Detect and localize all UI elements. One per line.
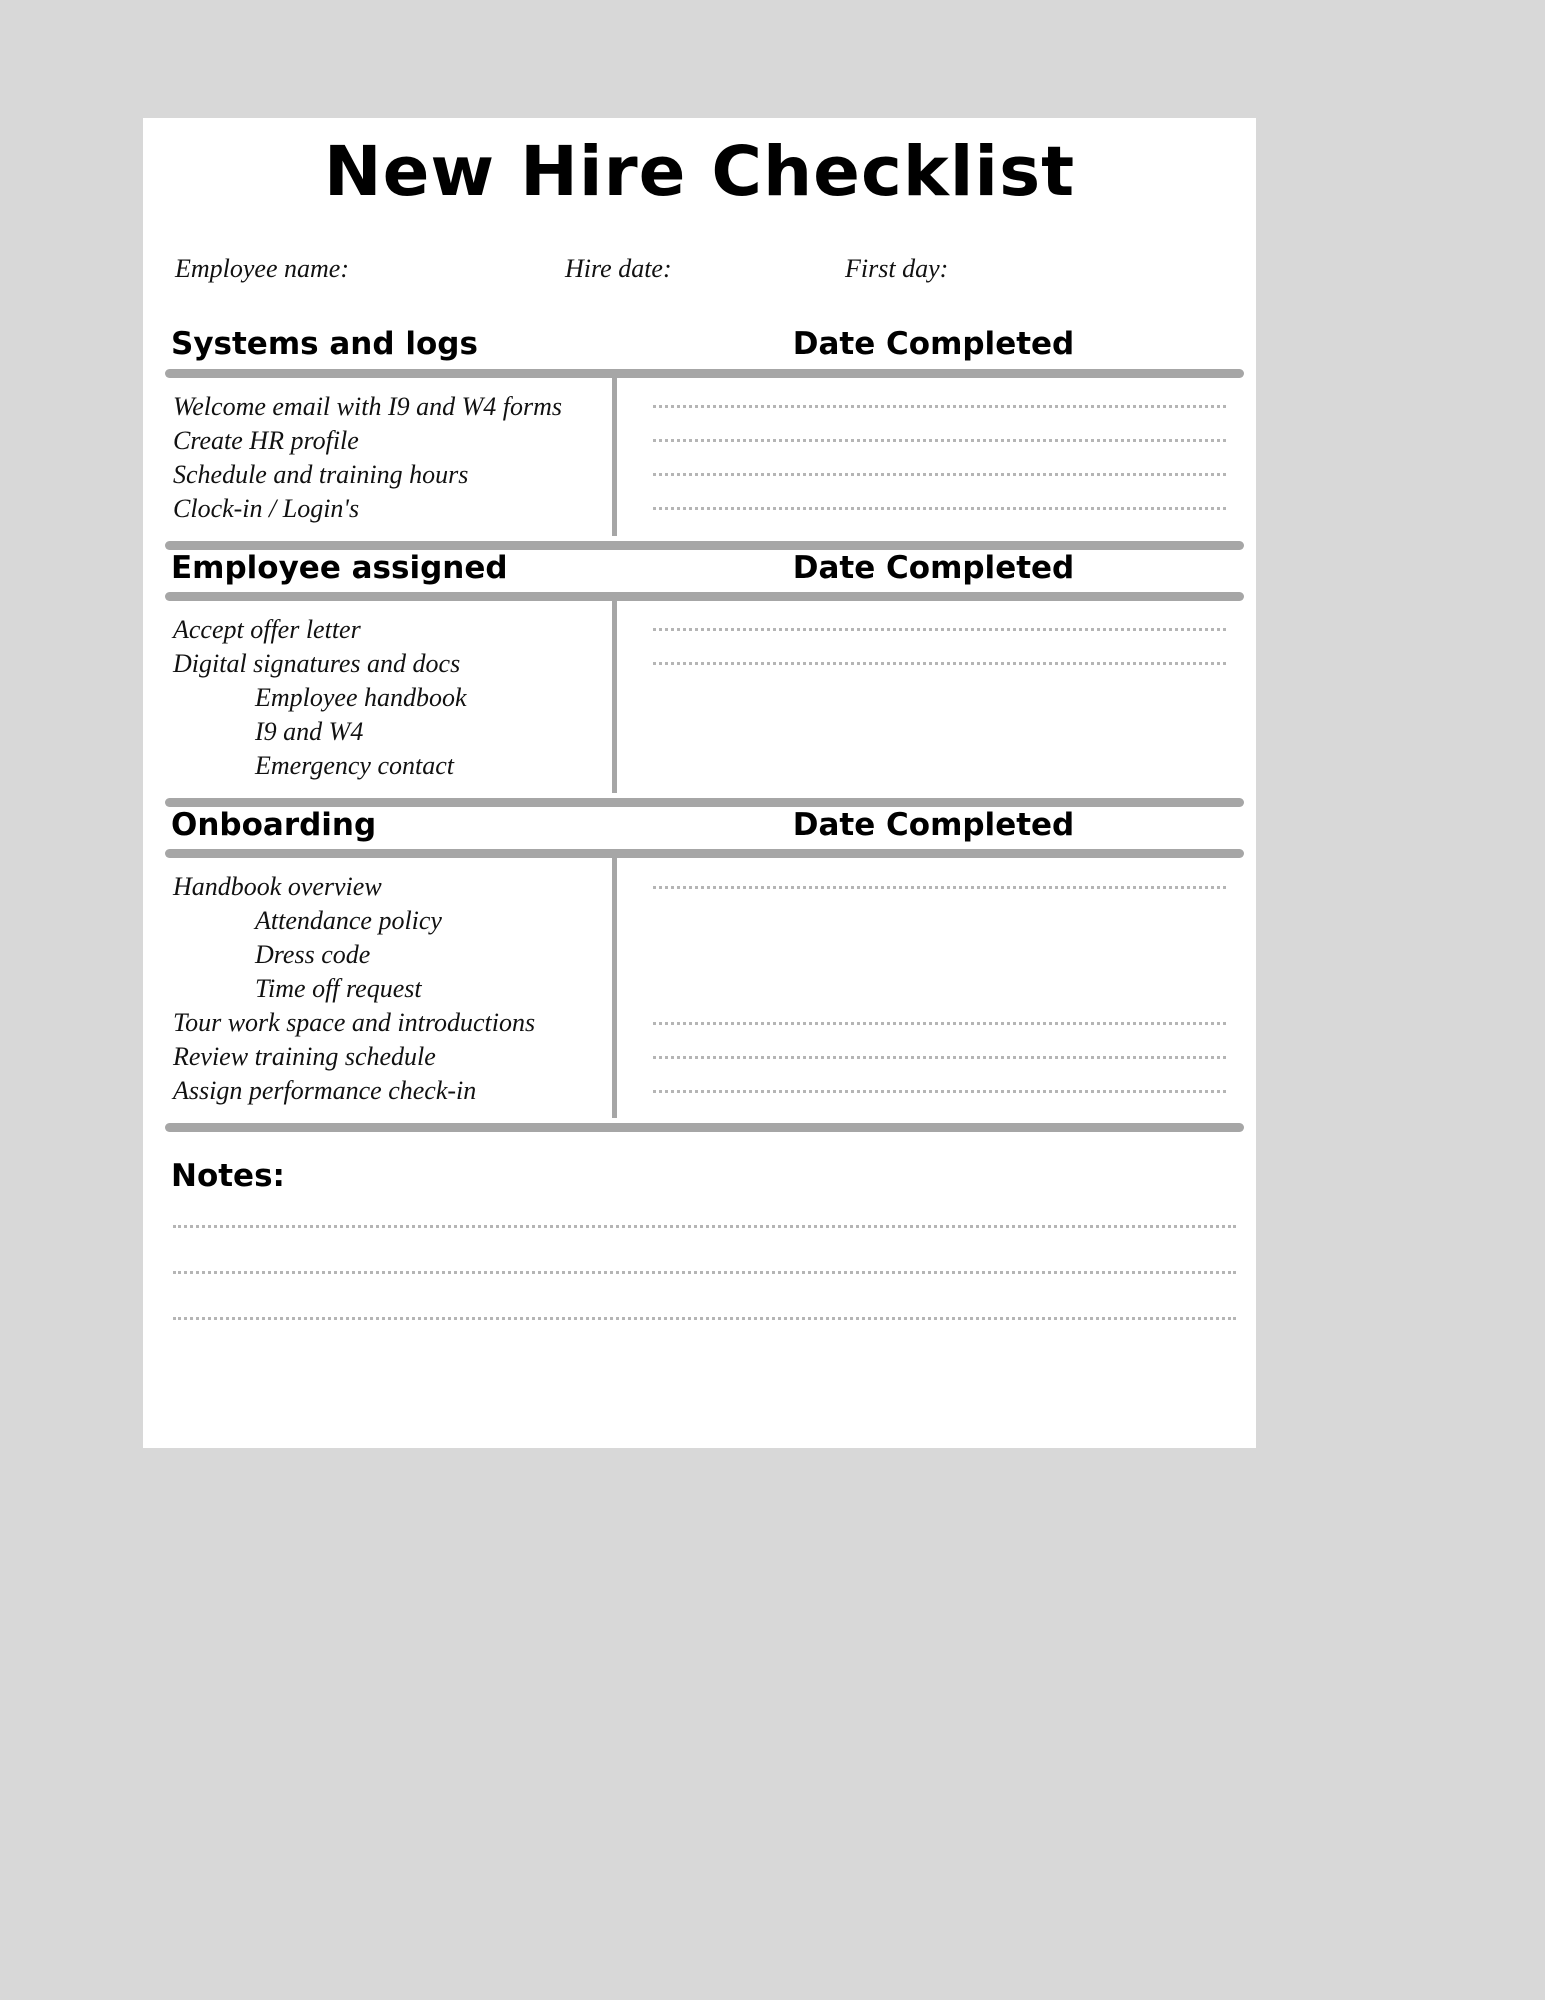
- date-write-line-empty: [653, 715, 1226, 749]
- date-write-line[interactable]: [653, 870, 1226, 904]
- notes-write-line[interactable]: [173, 1224, 1236, 1228]
- date-write-line[interactable]: [653, 1040, 1226, 1074]
- list-item: Dress code: [255, 940, 371, 969]
- section-title: Employee assigned: [171, 549, 508, 586]
- dotted-rule: [653, 885, 1226, 889]
- dotted-rule: [653, 1089, 1226, 1093]
- list-item: Emergency contact: [255, 750, 454, 780]
- section-systems-and-logs: Systems and logs Date Completed Welcome …: [143, 326, 1256, 550]
- notes-section: Notes:: [143, 1158, 1256, 1320]
- notes-write-line[interactable]: [173, 1270, 1236, 1274]
- date-completed-label: Date Completed: [792, 549, 1075, 586]
- date-completed-label: Date Completed: [792, 326, 1075, 363]
- list-item: Handbook overview: [173, 872, 382, 901]
- list-item: Assign performance check-in: [173, 1076, 477, 1105]
- section-title: Onboarding: [171, 806, 377, 843]
- list-item: Digital signatures and docs: [173, 648, 461, 678]
- section-dates-column: [617, 601, 1244, 793]
- date-write-line-empty: [653, 904, 1226, 938]
- section-rule: [165, 849, 1244, 858]
- section-body: Accept offer letter Digital signatures a…: [143, 600, 1256, 793]
- list-item: Clock-in / Login's: [173, 493, 360, 523]
- date-write-line[interactable]: [653, 492, 1226, 526]
- checklist-sections: Systems and logs Date Completed Welcome …: [143, 326, 1256, 1132]
- date-write-line-empty: [653, 938, 1226, 972]
- section-body: Handbook overview Attendance policy Dres…: [143, 858, 1256, 1118]
- section-items-column: Accept offer letter Digital signatures a…: [165, 600, 617, 793]
- date-write-line[interactable]: [653, 390, 1226, 424]
- section-header: Onboarding Date Completed: [143, 807, 1256, 844]
- hire-date-label: Hire date:: [565, 254, 672, 284]
- dotted-rule: [653, 662, 1226, 666]
- date-write-line-empty: [653, 972, 1226, 1006]
- dotted-rule: [653, 473, 1226, 477]
- section-dates-column: [617, 378, 1244, 536]
- section-dates-column: [617, 858, 1244, 1118]
- dotted-rule: [653, 1055, 1226, 1059]
- list-item: Time off request: [255, 974, 422, 1003]
- page-title: New Hire Checklist: [323, 132, 1076, 212]
- notes-title: Notes:: [171, 1158, 285, 1194]
- notes-write-line[interactable]: [173, 1316, 1236, 1320]
- list-item: Tour work space and introductions: [173, 1008, 536, 1037]
- section-items-column: Welcome email with I9 and W4 forms Creat…: [165, 377, 617, 536]
- section-employee-assigned: Employee assigned Date Completed Accept …: [143, 550, 1256, 807]
- dotted-rule: [653, 1021, 1226, 1025]
- dotted-rule: [653, 405, 1226, 409]
- section-items-column: Handbook overview Attendance policy Dres…: [165, 858, 617, 1118]
- list-item: Welcome email with I9 and W4 forms: [173, 391, 562, 421]
- date-write-line[interactable]: [653, 1006, 1226, 1040]
- section-bottom-rule: [165, 540, 1244, 550]
- date-write-line-empty: [653, 681, 1226, 715]
- section-bottom-rule: [165, 797, 1244, 807]
- list-item: Schedule and training hours: [173, 459, 469, 489]
- section-onboarding: Onboarding Date Completed Handbook overv…: [143, 807, 1256, 1132]
- list-item: Attendance policy: [255, 906, 442, 935]
- list-item: Employee handbook: [255, 682, 467, 712]
- list-item: I9 and W4: [255, 716, 364, 746]
- section-rule: [165, 368, 1244, 378]
- list-item: Review training schedule: [173, 1042, 436, 1071]
- checklist-page: New Hire Checklist Employee name: Hire d…: [143, 118, 1256, 1448]
- section-body: Welcome email with I9 and W4 forms Creat…: [143, 377, 1256, 536]
- section-bottom-rule: [165, 1123, 1244, 1132]
- date-write-line[interactable]: [653, 424, 1226, 458]
- employee-name-label: Employee name:: [175, 254, 349, 284]
- first-day-label: First day:: [845, 254, 949, 284]
- date-write-line[interactable]: [653, 613, 1226, 647]
- section-header: Employee assigned Date Completed: [143, 550, 1256, 587]
- list-item: Accept offer letter: [173, 614, 361, 644]
- date-write-line-empty: [653, 749, 1226, 783]
- date-write-line[interactable]: [653, 458, 1226, 492]
- dotted-rule: [653, 439, 1226, 443]
- date-write-line[interactable]: [653, 1074, 1226, 1108]
- section-rule: [165, 591, 1244, 601]
- date-write-line[interactable]: [653, 647, 1226, 681]
- dotted-rule: [653, 628, 1226, 632]
- dotted-rule: [653, 507, 1226, 511]
- date-completed-label: Date Completed: [792, 806, 1075, 843]
- meta-row: Employee name: Hire date: First day:: [143, 254, 1256, 284]
- section-header: Systems and logs Date Completed: [143, 326, 1256, 363]
- list-item: Create HR profile: [173, 425, 359, 455]
- section-title: Systems and logs: [171, 326, 478, 363]
